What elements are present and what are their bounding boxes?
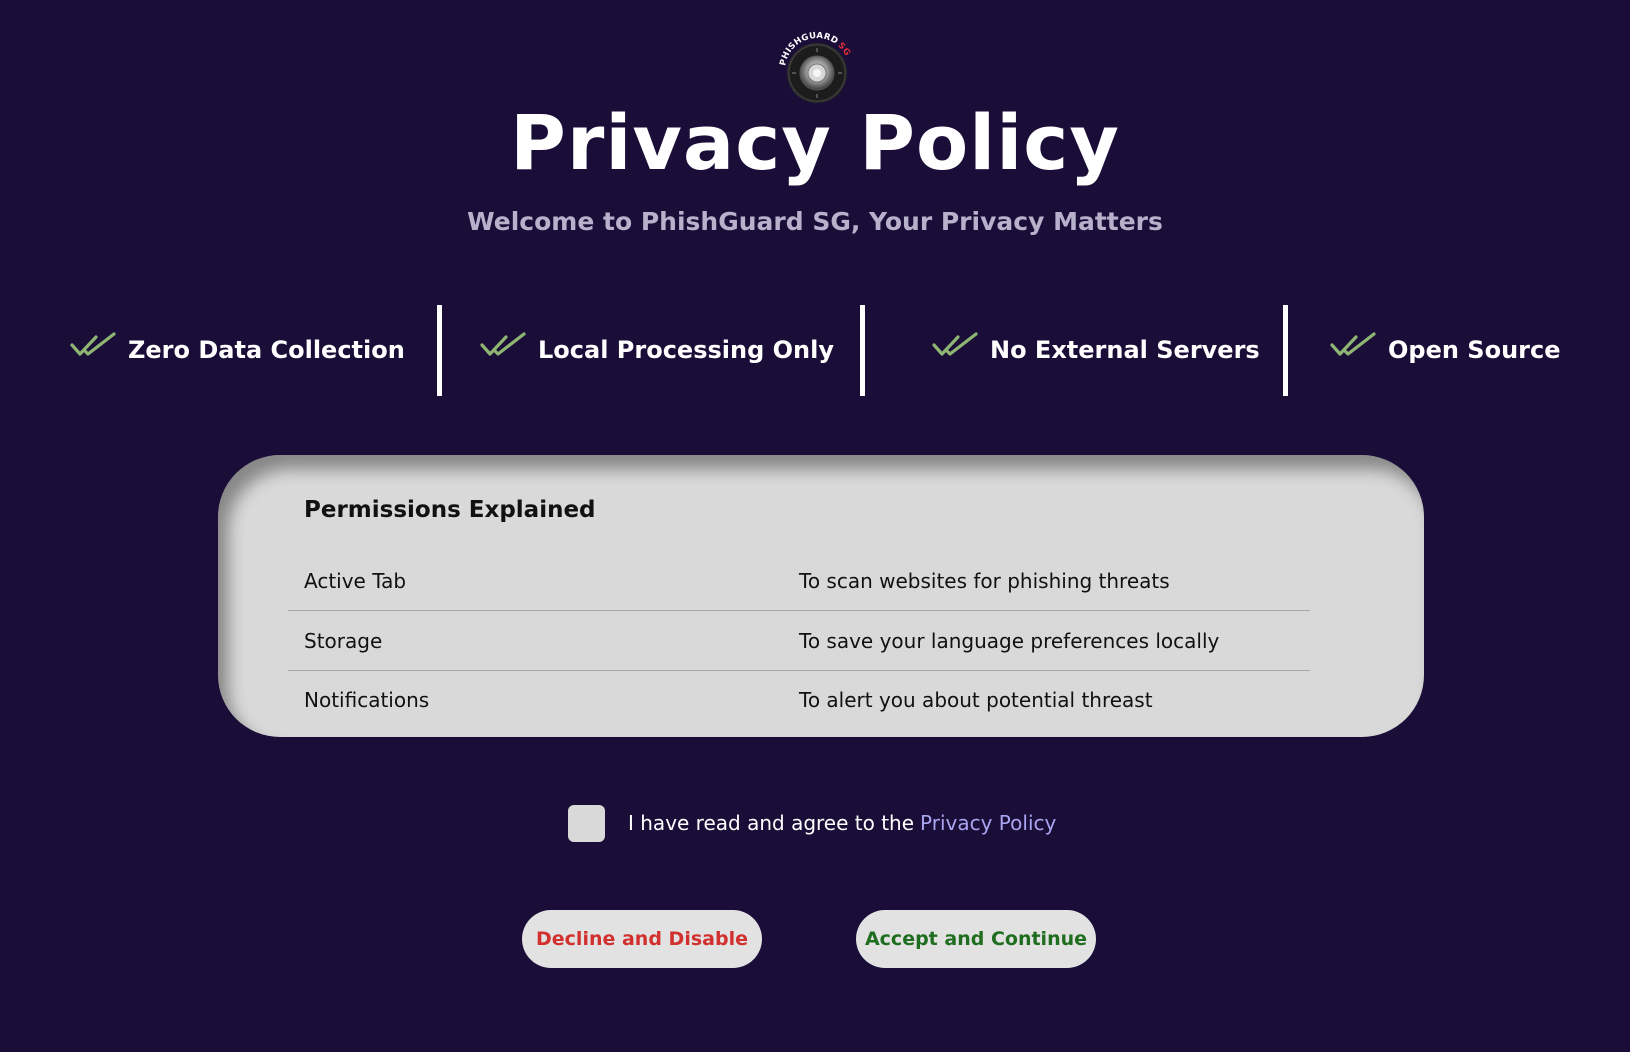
- double-check-icon: [1330, 332, 1376, 356]
- permission-name: Notifications: [304, 687, 430, 712]
- feature-item-zero-data: Zero Data Collection: [70, 304, 405, 396]
- feature-label: Zero Data Collection: [128, 336, 405, 364]
- double-check-icon: [480, 332, 526, 356]
- permission-name: Storage: [304, 628, 383, 653]
- feature-label: Local Processing Only: [538, 336, 834, 364]
- permission-description: To scan websites for phishing threats: [799, 568, 1170, 593]
- double-check-icon: [932, 332, 978, 356]
- permission-row: Active Tab To scan websites for phishing…: [288, 551, 1310, 611]
- permissions-title: Permissions Explained: [304, 497, 596, 523]
- permission-description: To save your language preferences locall…: [799, 628, 1220, 653]
- feature-item-local-processing: Local Processing Only: [480, 304, 834, 396]
- feature-divider: [1283, 305, 1288, 396]
- feature-divider: [437, 305, 442, 396]
- permission-row: Storage To save your language preference…: [288, 611, 1310, 671]
- permission-name: Active Tab: [304, 568, 407, 593]
- decline-button[interactable]: Decline and Disable: [522, 910, 762, 968]
- feature-label: No External Servers: [990, 336, 1260, 364]
- feature-label: Open Source: [1388, 336, 1561, 364]
- agreement-text: I have read and agree to the: [628, 811, 915, 835]
- privacy-policy-link[interactable]: Privacy Policy: [920, 811, 1056, 835]
- agreement-row: I have read and agree to the Privacy Pol…: [568, 804, 1056, 842]
- permissions-card: Permissions Explained Active Tab To scan…: [218, 455, 1424, 737]
- permission-description: To alert you about potential threast: [799, 687, 1153, 712]
- feature-divider: [860, 305, 865, 396]
- page-title: Privacy Policy: [510, 98, 1120, 187]
- page-subtitle: Welcome to PhishGuard SG, Your Privacy M…: [467, 207, 1163, 236]
- double-check-icon: [70, 332, 116, 356]
- permission-row: Notifications To alert you about potenti…: [288, 670, 1310, 729]
- agree-checkbox[interactable]: [568, 804, 605, 842]
- feature-item-no-external-servers: No External Servers: [932, 304, 1260, 396]
- accept-button[interactable]: Accept and Continue: [856, 910, 1096, 968]
- feature-list: Zero Data Collection Local Processing On…: [0, 304, 1630, 396]
- feature-item-open-source: Open Source: [1330, 304, 1561, 396]
